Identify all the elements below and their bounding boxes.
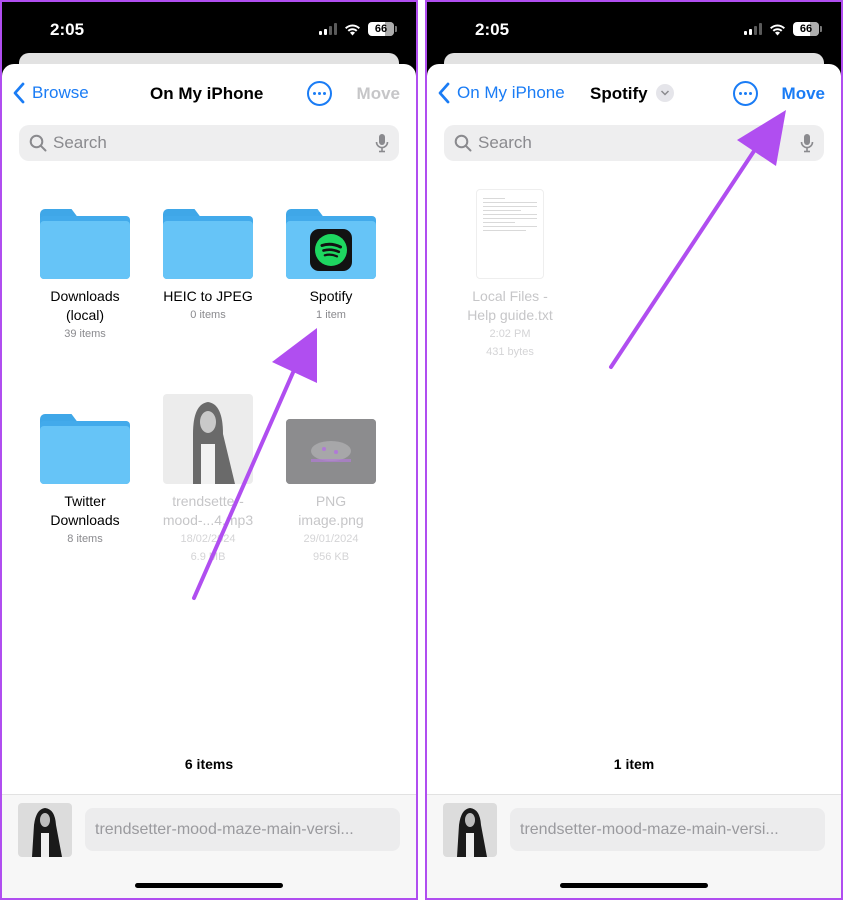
ellipsis-circle-icon (739, 92, 742, 95)
wifi-icon (770, 24, 785, 35)
folder-heic-to-jpeg[interactable]: HEIC to JPEG 0 items (148, 209, 268, 324)
status-time: 2:05 (50, 20, 85, 39)
moving-file-bar: trendsetter-mood-maze-main-versi... (2, 794, 416, 898)
status-icons: 66 (319, 22, 397, 36)
chevron-down-icon[interactable] (655, 83, 674, 102)
status-bar: 2:05 66 (427, 2, 841, 54)
navigation-bar: Browse On My iPhone Move (2, 64, 416, 124)
search-field[interactable]: Search (444, 125, 824, 161)
more-options-button[interactable] (307, 81, 332, 106)
item-name: HEIC to JPEG (163, 288, 253, 304)
item-size: 956 KB (312, 551, 350, 563)
battery-icon: 66 (793, 22, 822, 36)
phone-screen-left: 2:05 66 Browse On My iPhone Move Search (0, 0, 418, 900)
item-count: 8 items (67, 533, 103, 545)
moving-file-bar: trendsetter-mood-maze-main-versi... (427, 794, 841, 898)
page-title[interactable]: Spotify (590, 83, 674, 104)
move-sheet: Browse On My iPhone Move Search Download… (2, 64, 416, 898)
cellular-signal-icon (319, 23, 337, 35)
phone-screen-right: 2:05 66 On My iPhone Spotify Move Search… (425, 0, 843, 900)
folder-spotify[interactable]: Spotify 1 item (271, 209, 391, 324)
spotify-icon (310, 229, 352, 271)
folder-icon (286, 209, 376, 279)
chevron-left-icon (13, 82, 25, 104)
back-label: Browse (32, 83, 89, 102)
search-placeholder: Search (478, 133, 532, 152)
microphone-icon[interactable] (375, 133, 389, 153)
item-date: 18/02/2024 (180, 533, 236, 545)
file-help-guide-txt: Local Files - Help guide.txt 2:02 PM 431 … (450, 189, 570, 361)
audio-artwork-thumbnail (163, 394, 253, 484)
home-indicator[interactable] (135, 883, 283, 888)
file-trendsetter-mp3: trendsetter-mood-...4.mp3 18/02/2024 6.9… (148, 394, 268, 566)
moving-file-thumbnail (18, 803, 72, 857)
home-indicator[interactable] (560, 883, 708, 888)
moving-file-thumbnail (443, 803, 497, 857)
moving-file-name: trendsetter-mood-maze-main-versi... (85, 808, 400, 851)
back-button[interactable]: Browse (12, 82, 89, 104)
file-png-image: PNG image.png 29/01/2024 956 KB (271, 419, 391, 566)
item-count: 39 items (64, 328, 106, 340)
text-document-thumbnail (476, 189, 544, 279)
back-button[interactable]: On My iPhone (437, 82, 565, 104)
status-bar: 2:05 66 (2, 2, 416, 54)
move-button[interactable]: Move (357, 84, 400, 104)
item-count-footer: 1 item (613, 756, 655, 772)
item-name: Spotify (309, 288, 353, 304)
battery-level: 66 (799, 23, 813, 35)
wifi-icon (345, 24, 360, 35)
image-thumbnail (286, 419, 376, 484)
item-name: Twitter Downloads (50, 493, 120, 528)
battery-icon: 66 (368, 22, 397, 36)
search-icon (29, 134, 47, 152)
page-title: On My iPhone (150, 84, 264, 103)
item-name: PNG image.png (298, 493, 364, 528)
folder-downloads-local[interactable]: Downloads (local) 39 items (25, 209, 145, 343)
moving-file-name: trendsetter-mood-maze-main-versi... (510, 808, 825, 851)
cellular-signal-icon (744, 23, 762, 35)
item-size: 431 bytes (486, 346, 534, 358)
folder-icon (40, 209, 130, 279)
item-size: 6.9 MB (190, 551, 226, 563)
chevron-left-icon (438, 82, 450, 104)
item-name: trendsetter-mood-...4.mp3 (162, 493, 254, 528)
status-icons: 66 (744, 22, 822, 36)
item-name: Local Files - Help guide.txt (467, 288, 553, 323)
search-icon (454, 134, 472, 152)
item-name: Downloads (local) (50, 288, 120, 323)
item-date: 2:02 PM (489, 328, 531, 340)
ellipsis-circle-icon (313, 92, 316, 95)
item-count: 0 items (190, 309, 226, 321)
microphone-icon[interactable] (800, 133, 814, 153)
move-button[interactable]: Move (782, 84, 825, 104)
folder-icon (163, 209, 253, 279)
more-options-button[interactable] (733, 81, 758, 106)
battery-level: 66 (374, 23, 388, 35)
move-sheet: On My iPhone Spotify Move Search Local F… (427, 64, 841, 898)
item-date: 29/01/2024 (303, 533, 359, 545)
search-placeholder: Search (53, 133, 107, 152)
page-title-text: Spotify (590, 84, 648, 103)
item-count-footer: 6 items (184, 756, 234, 772)
back-label: On My iPhone (457, 83, 565, 102)
item-count: 1 item (316, 309, 346, 321)
search-field[interactable]: Search (19, 125, 399, 161)
folder-icon (40, 414, 130, 484)
folder-twitter-downloads[interactable]: Twitter Downloads 8 items (25, 414, 145, 548)
status-time: 2:05 (475, 20, 510, 39)
navigation-bar: On My iPhone Spotify Move (427, 64, 841, 124)
